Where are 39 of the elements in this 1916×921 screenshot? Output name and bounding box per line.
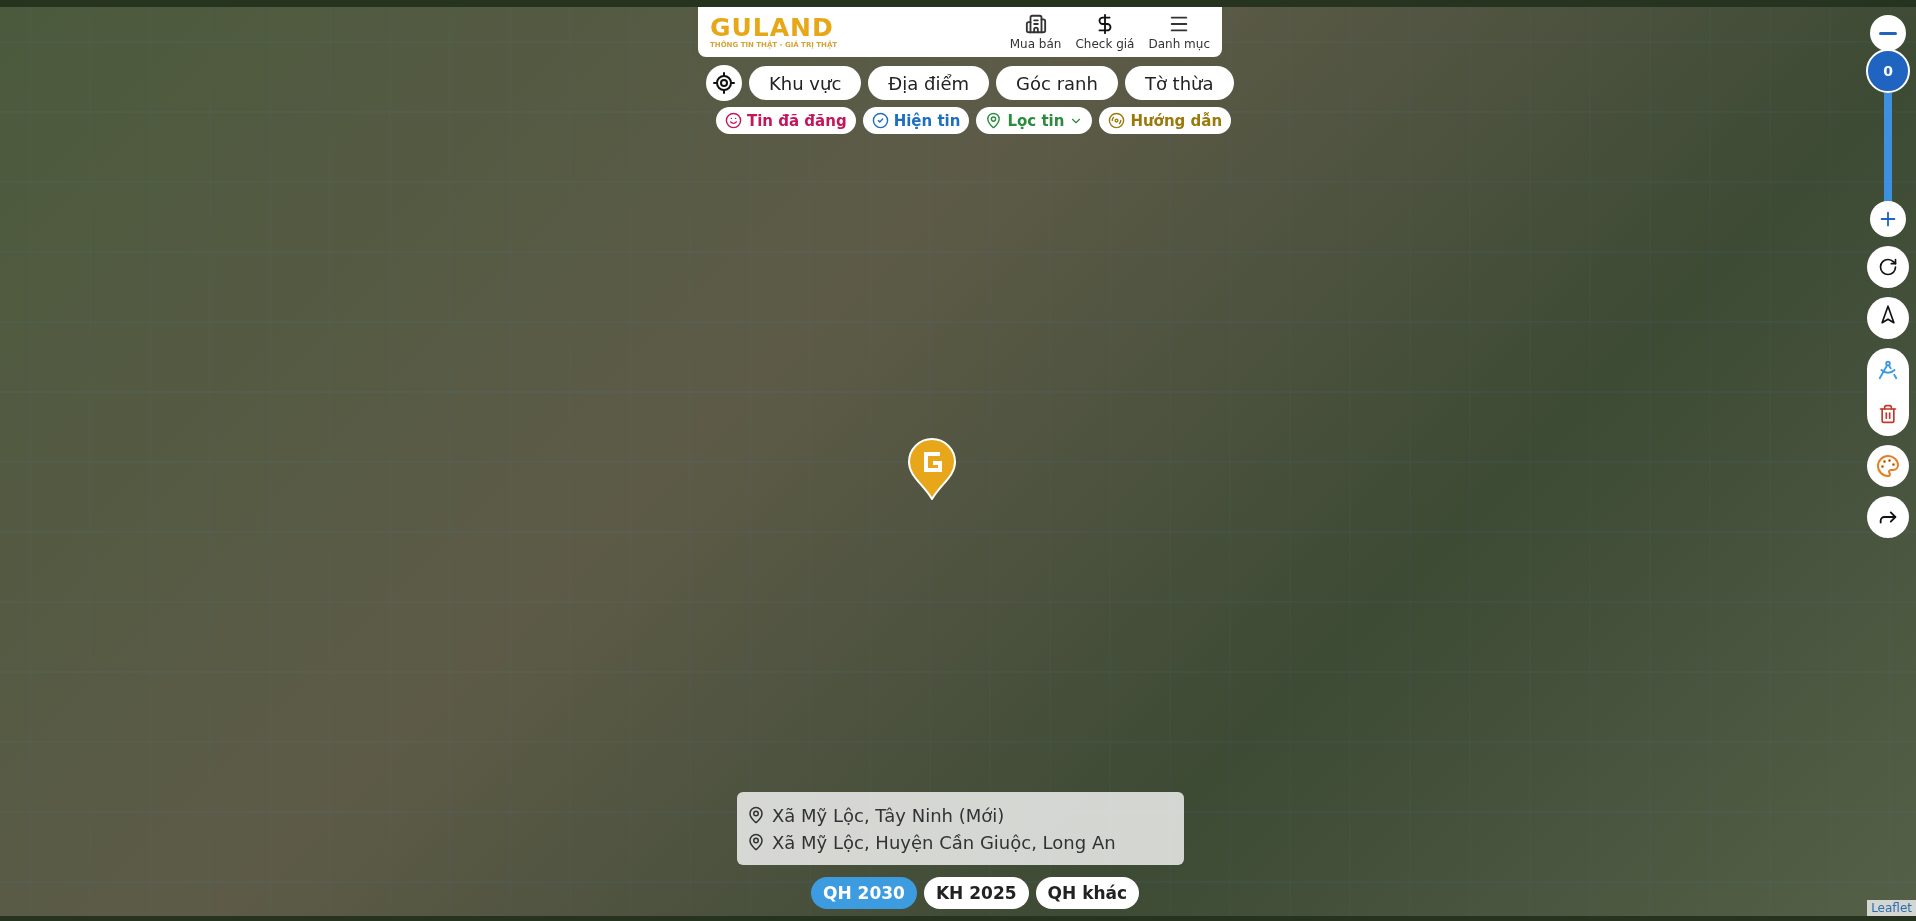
search-mode-button[interactable]: Khu vực bbox=[749, 66, 862, 100]
location-pin-icon bbox=[985, 112, 1003, 129]
zoom-out-button[interactable] bbox=[1870, 15, 1906, 51]
compass-icon bbox=[1877, 359, 1899, 381]
zoom-slider-thumb[interactable]: 0 bbox=[1866, 49, 1910, 93]
smile-icon bbox=[725, 112, 742, 129]
map-pin-icon bbox=[907, 438, 957, 500]
palette-icon bbox=[1876, 454, 1900, 478]
search-mode-button[interactable]: Góc ranh bbox=[996, 66, 1118, 100]
plan-layer-tab[interactable]: QH khác bbox=[1035, 877, 1140, 909]
attribution-link[interactable]: Leaflet bbox=[1867, 900, 1916, 916]
nav-button[interactable]: Check giá bbox=[1073, 13, 1137, 51]
navigate-button[interactable] bbox=[1867, 297, 1909, 339]
building-icon bbox=[1024, 13, 1047, 35]
action-button[interactable]: Lọc tin bbox=[976, 107, 1093, 134]
refresh-icon bbox=[1878, 257, 1898, 277]
location-pin-icon bbox=[747, 833, 765, 851]
check-circle-icon bbox=[871, 112, 889, 129]
locate-button[interactable] bbox=[706, 65, 742, 101]
nav-button[interactable]: Mua bán bbox=[1007, 13, 1064, 51]
play-disc-icon bbox=[1108, 112, 1126, 129]
search-mode-button[interactable]: Tờ thừa bbox=[1124, 66, 1234, 100]
search-mode-button[interactable]: Địa điểm bbox=[868, 66, 990, 100]
locate-icon bbox=[712, 71, 736, 95]
nav-button[interactable]: Danh mục bbox=[1146, 13, 1212, 51]
refresh-button[interactable] bbox=[1867, 246, 1909, 288]
minus-icon bbox=[1879, 31, 1897, 35]
plan-layer-tab[interactable]: KH 2025 bbox=[923, 877, 1029, 909]
action-button[interactable]: Tin đã đăng bbox=[716, 107, 856, 134]
palette-button[interactable] bbox=[1867, 445, 1909, 487]
address-text: Xã Mỹ Lộc, Tây Ninh (Mới) bbox=[772, 804, 1005, 826]
trash-icon bbox=[1878, 404, 1898, 424]
action-button[interactable]: Hướng dẫn bbox=[1099, 107, 1232, 134]
share-button[interactable] bbox=[1867, 496, 1909, 538]
address-text: Xã Mỹ Lộc, Huyện Cần Giuộc, Long An bbox=[772, 831, 1116, 853]
location-pin-icon bbox=[747, 806, 765, 824]
zoom-in-button[interactable] bbox=[1870, 201, 1906, 237]
logo: GULAND bbox=[710, 15, 834, 41]
action-button[interactable]: Hiện tin bbox=[862, 107, 970, 134]
